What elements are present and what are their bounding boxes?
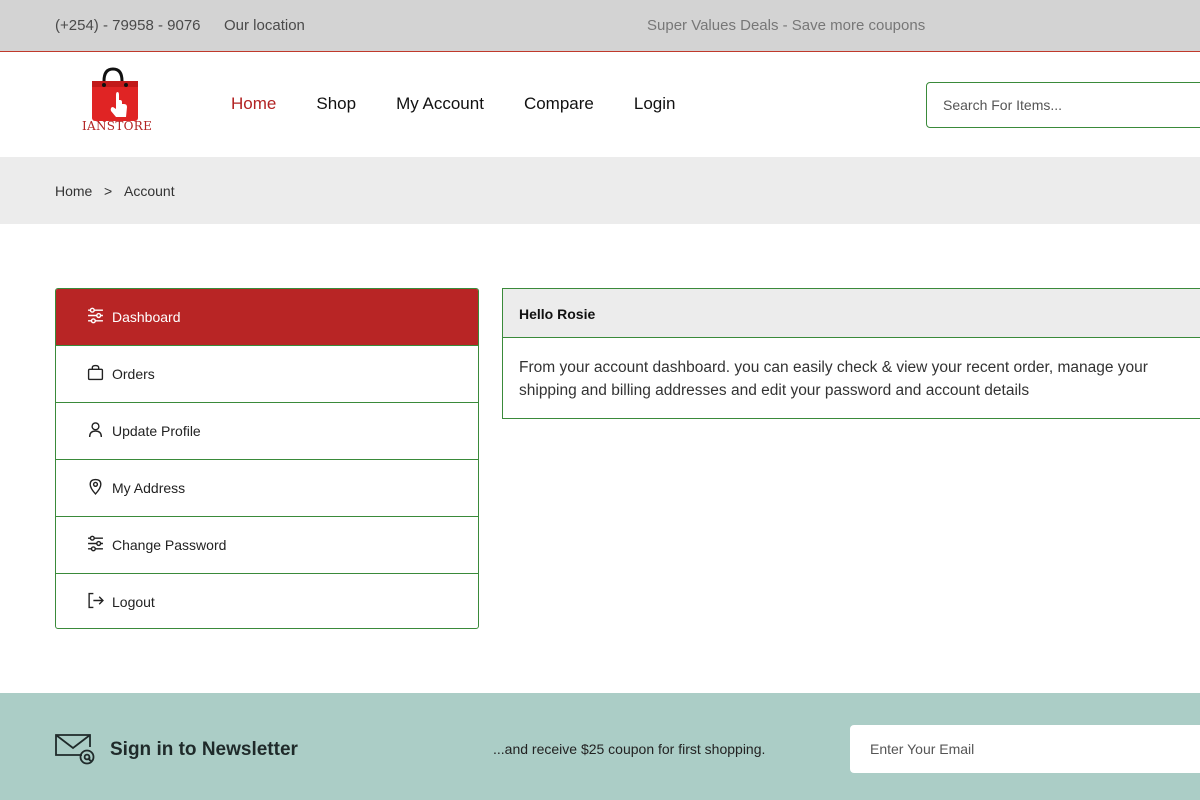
nav-login[interactable]: Login [634,94,676,114]
sidebar-item-update-profile[interactable]: Update Profile [56,403,478,460]
sliders-icon [88,535,103,552]
user-icon [88,422,103,437]
shopping-bag-icon [87,364,104,381]
top-bar: (+254) - 79958 - 9076 Our location Super… [0,0,1200,52]
newsletter-section: Sign in to Newsletter ...and receive $25… [0,693,1200,800]
sidebar-item-label: Update Profile [112,423,201,439]
dashboard-description: From your account dashboard. you can eas… [519,359,1148,399]
newsletter-title: Sign in to Newsletter [110,739,298,760]
sidebar-item-label: Orders [112,366,155,382]
sidebar-item-label: Logout [112,594,155,610]
logout-icon [88,592,104,609]
sidebar-item-label: Dashboard [112,309,181,325]
nav-home[interactable]: Home [231,94,276,114]
nav-my-account[interactable]: My Account [396,94,484,114]
breadcrumb: Home > Account [0,157,1200,224]
phone-number[interactable]: (+254) - 79958 - 9076 [55,17,201,34]
sidebar-item-change-password[interactable]: Change Password [56,517,478,574]
site-header: IANSTORE Home Shop My Account Compare Lo… [0,53,1200,157]
breadcrumb-current: Account [124,183,175,199]
newsletter-subtitle: ...and receive $25 coupon for first shop… [493,741,766,757]
sidebar-item-label: Change Password [112,537,227,553]
map-pin-icon [89,478,102,495]
sliders-icon [88,307,103,324]
sidebar-item-logout[interactable]: Logout [56,574,478,628]
sidebar-item-my-address[interactable]: My Address [56,460,478,517]
breadcrumb-home[interactable]: Home [55,183,92,199]
sidebar-item-orders[interactable]: Orders [56,346,478,403]
greeting-heading: Hello Rosie [503,289,1200,338]
promo-text: Super Values Deals - Save more coupons [647,17,926,34]
our-location-link[interactable]: Our location [224,17,305,34]
email-icon [55,734,95,765]
sidebar-item-dashboard[interactable]: Dashboard [56,289,478,346]
dashboard-panel: Hello Rosie From your account dashboard.… [502,288,1200,419]
breadcrumb-separator: > [104,183,113,199]
search-input[interactable] [926,82,1200,128]
logo-text: IANSTORE [82,119,153,133]
nav-shop[interactable]: Shop [316,94,356,114]
account-sidebar: Dashboard Orders Update Profile My Addre… [55,288,479,629]
newsletter-email-input[interactable] [850,725,1200,773]
nav-compare[interactable]: Compare [524,94,594,114]
main-nav: Home Shop My Account Compare Login [231,94,715,114]
sidebar-item-label: My Address [112,480,186,496]
